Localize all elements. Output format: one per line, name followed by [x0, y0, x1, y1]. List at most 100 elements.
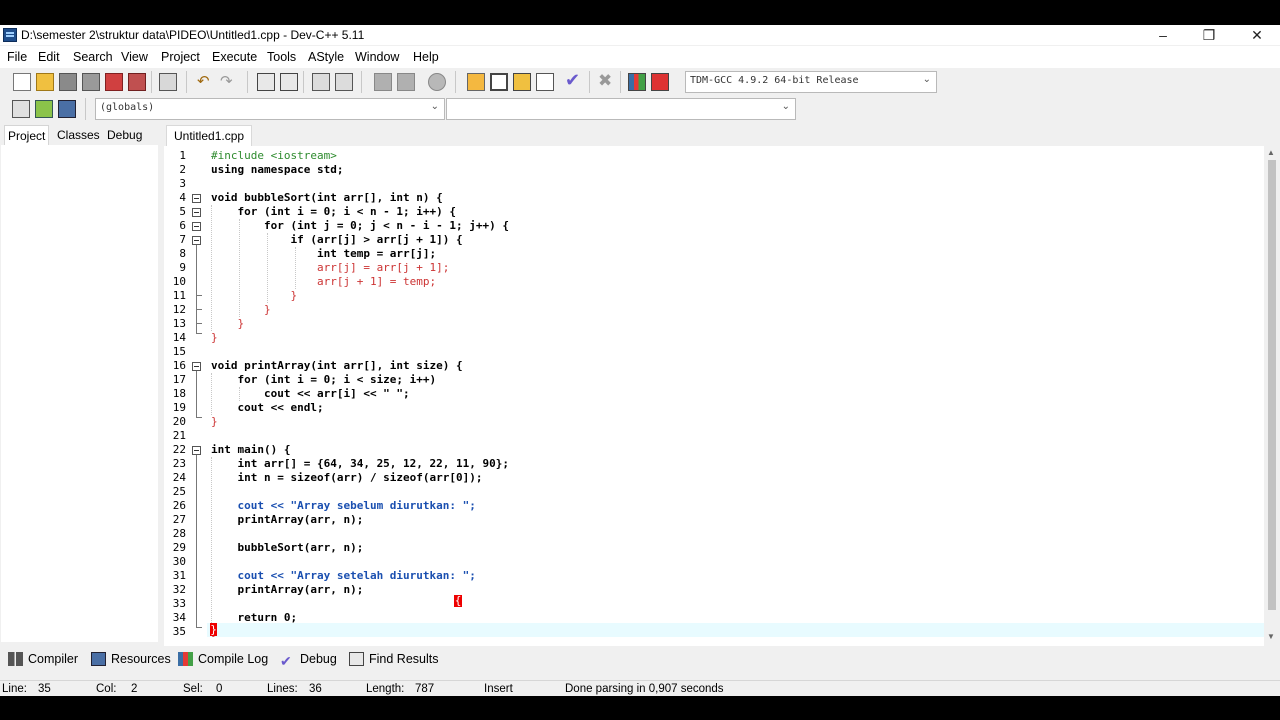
fold-toggle-icon[interactable]	[192, 446, 201, 455]
code-line: cout << endl;	[211, 401, 324, 414]
menu-tools[interactable]: Tools	[267, 50, 296, 64]
chart-icon[interactable]	[628, 73, 646, 91]
scope-select[interactable]: (globals) ⌄	[95, 98, 445, 120]
scrollbar-thumb[interactable]	[1268, 160, 1276, 610]
scroll-down-icon[interactable]: ▼	[1267, 632, 1275, 641]
profile-icon[interactable]	[651, 73, 669, 91]
fold-line	[196, 371, 197, 417]
status-length-value: 787	[415, 683, 435, 695]
code-line: int arr[] = {64, 34, 25, 12, 22, 11, 90}…	[211, 457, 510, 470]
project-tree[interactable]	[1, 145, 158, 642]
code-line: using namespace std;	[211, 163, 344, 176]
menu-window[interactable]: Window	[355, 50, 399, 64]
toolbar-separator	[589, 71, 590, 93]
code-line: bubbleSort(arr, n);	[211, 541, 364, 554]
chart-icon	[178, 652, 193, 666]
fold-toggle-icon[interactable]	[192, 194, 201, 203]
line-number: 3	[179, 177, 186, 190]
fold-toggle-icon[interactable]	[192, 236, 201, 245]
tab-debug[interactable]: Debug	[104, 125, 145, 145]
fold-toggle-icon[interactable]	[192, 362, 201, 371]
tab-compile-log[interactable]: Compile Log	[178, 652, 268, 670]
save-all-icon[interactable]	[82, 73, 100, 91]
check-icon: ✔	[280, 653, 292, 669]
status-lines-value: 36	[309, 683, 322, 695]
rebuild-icon[interactable]	[536, 73, 554, 91]
tab-compiler[interactable]: Compiler	[8, 652, 78, 670]
close-window-button[interactable]: ✕	[1234, 25, 1280, 45]
redo-icon[interactable]: ↷	[220, 72, 233, 90]
tab-find-results[interactable]: Find Results	[349, 652, 438, 670]
check-icon[interactable]: ✔	[565, 70, 580, 91]
unindent-icon[interactable]	[397, 73, 415, 91]
tab-debug-output[interactable]: ✔ Debug	[280, 652, 337, 670]
member-select[interactable]: ⌄	[446, 98, 796, 120]
fold-line	[196, 455, 197, 627]
tab-project[interactable]: Project	[4, 125, 50, 146]
line-number: 29	[172, 541, 186, 554]
compiler-select[interactable]: TDM-GCC 4.9.2 64-bit Release ⌄	[685, 71, 937, 93]
open-icon[interactable]	[36, 73, 54, 91]
compile-run-icon[interactable]	[513, 73, 531, 91]
menu-file[interactable]: File	[7, 50, 27, 64]
code-line: }	[211, 415, 218, 428]
menu-astyle[interactable]: AStyle	[308, 50, 344, 64]
fold-toggle-icon[interactable]	[192, 208, 201, 217]
fold-line	[196, 245, 197, 333]
line-number: 22	[172, 443, 186, 456]
app-icon[interactable]	[3, 28, 17, 42]
line-number: 24	[172, 471, 186, 484]
vertical-scrollbar[interactable]: ▲ ▼	[1264, 146, 1280, 646]
toolbar-separator	[247, 71, 248, 93]
line-number: 32	[172, 583, 186, 596]
restore-button[interactable]: ❐	[1186, 25, 1232, 45]
find-icon	[349, 652, 364, 666]
menu-project[interactable]: Project	[161, 50, 200, 64]
scroll-up-icon[interactable]: ▲	[1267, 148, 1275, 157]
toggle-comment-icon[interactable]	[428, 73, 446, 91]
replace-icon[interactable]	[280, 73, 298, 91]
close-all-icon[interactable]	[128, 73, 146, 91]
code-line: }	[211, 317, 245, 330]
new-file-icon[interactable]	[13, 73, 31, 91]
line-number: 18	[172, 387, 186, 400]
line-number: 9	[179, 261, 186, 274]
menu-view[interactable]: View	[121, 50, 148, 64]
code-line: int n = sizeof(arr) / sizeof(arr[0]);	[211, 471, 483, 484]
goto-icon[interactable]	[312, 73, 330, 91]
menu-edit[interactable]: Edit	[38, 50, 60, 64]
print-icon[interactable]	[159, 73, 177, 91]
line-number: 7	[179, 233, 186, 246]
menu-help[interactable]: Help	[413, 50, 439, 64]
line-number: 2	[179, 163, 186, 176]
file-tab-untitled1[interactable]: Untitled1.cpp	[166, 125, 253, 146]
find-icon[interactable]	[257, 73, 275, 91]
menu-execute[interactable]: Execute	[212, 50, 257, 64]
run-icon[interactable]	[490, 73, 508, 91]
indent-icon[interactable]	[374, 73, 392, 91]
code-line: int temp = arr[j];	[211, 247, 437, 260]
stop-icon[interactable]: ✖	[598, 71, 612, 91]
code-editor[interactable]: 1 2 3 4 5 6 7 8 9 10 11 12 13 14 15 16 1…	[164, 146, 1266, 646]
menu-search[interactable]: Search	[73, 50, 113, 64]
goto-declaration-icon[interactable]	[35, 100, 53, 118]
chevron-down-icon: ⌄	[781, 101, 790, 112]
fold-toggle-icon[interactable]	[192, 222, 201, 231]
status-sel-label: Sel:	[183, 683, 203, 695]
close-icon[interactable]	[105, 73, 123, 91]
code-line: void printArray(int arr[], int size) {	[211, 359, 463, 372]
compile-icon[interactable]	[467, 73, 485, 91]
line-number: 20	[172, 415, 186, 428]
tab-classes[interactable]: Classes	[54, 125, 103, 145]
fold-end	[196, 417, 202, 418]
save-icon[interactable]	[59, 73, 77, 91]
minimize-button[interactable]: –	[1140, 25, 1186, 45]
tab-compile-log-label: Compile Log	[198, 652, 269, 666]
line-number: 35	[172, 625, 186, 638]
tab-resources[interactable]: Resources	[91, 652, 171, 670]
insert-icon[interactable]	[12, 100, 30, 118]
goto-definition-icon[interactable]	[58, 100, 76, 118]
class-toolbar: (globals) ⌄ ⌄	[0, 96, 1280, 123]
bookmark-icon[interactable]	[335, 73, 353, 91]
undo-icon[interactable]: ↶	[197, 72, 210, 90]
